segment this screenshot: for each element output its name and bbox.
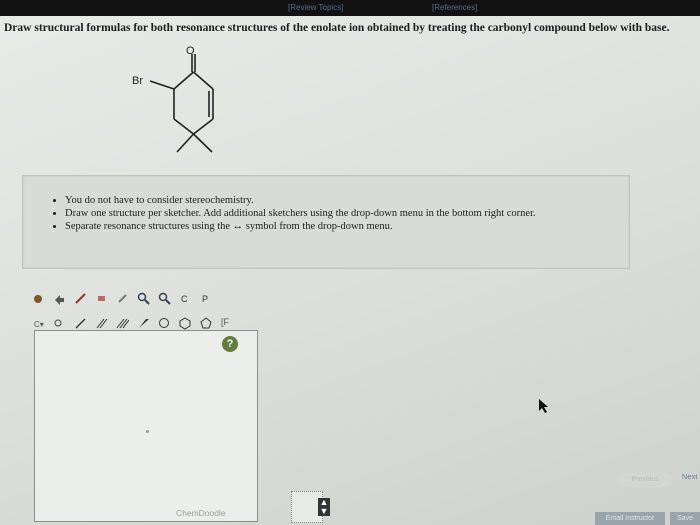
save-button[interactable]: Save (670, 512, 700, 525)
label-tool-icon[interactable]: P (200, 292, 213, 305)
molecule-structure: O Br (132, 45, 214, 153)
pencil-icon[interactable] (74, 292, 87, 305)
charge-tool-icon[interactable]: C (179, 292, 192, 305)
mouse-cursor-icon (539, 399, 548, 413)
triple-bond-icon[interactable] (116, 317, 130, 330)
svg-text:C: C (181, 294, 188, 304)
wedge-bond-icon[interactable] (137, 317, 150, 330)
zoom-out-icon[interactable] (158, 292, 171, 305)
chemdoodle-brand: ChemDoodle (176, 508, 226, 518)
up-down-arrow-icon[interactable]: ▲ ▼ (318, 498, 330, 516)
sketcher-toolbar-bottom: C▾ [F (32, 314, 238, 330)
svg-text:C▾: C▾ (34, 320, 44, 329)
instruction-item: Draw one structure per sketcher. Add add… (65, 207, 629, 220)
question-text: Draw structural formulas for both resona… (4, 22, 670, 34)
single-bond-icon[interactable] (74, 317, 87, 330)
undo-icon[interactable] (53, 292, 66, 305)
top-bar: [Review Topics] [References] (0, 0, 700, 16)
eraser-icon[interactable] (95, 292, 108, 305)
email-instructor-button[interactable]: Email Instructor (595, 512, 665, 525)
canvas-dot (146, 430, 149, 433)
next-button[interactable]: Next (682, 472, 697, 481)
help-icon[interactable]: ? (222, 336, 238, 352)
sketcher-canvas[interactable] (34, 330, 258, 522)
instructions-box: You do not have to consider stereochemis… (22, 175, 630, 269)
charge-dropdown-icon[interactable] (53, 317, 66, 330)
bracket-tool-icon[interactable]: [F (221, 317, 234, 330)
double-bond-icon[interactable] (95, 317, 108, 330)
instruction-item: Separate resonance structures using the … (65, 220, 629, 233)
open-icon[interactable] (32, 292, 45, 305)
zoom-in-icon[interactable] (137, 292, 150, 305)
instruction-item: You do not have to consider stereochemis… (65, 194, 629, 207)
sketcher-toolbar-top: C P (32, 289, 217, 305)
svg-text:P: P (202, 294, 208, 304)
clean-icon[interactable] (116, 292, 129, 305)
ring-tool-icon[interactable] (158, 317, 171, 330)
bromine-label: Br (132, 75, 143, 87)
previous-button[interactable]: Previous (617, 473, 673, 487)
review-topics-link[interactable]: [Review Topics] (288, 3, 343, 12)
benzene-icon[interactable] (179, 317, 192, 330)
carbonyl-oxygen-label: O (186, 45, 195, 57)
cyclopentane-icon[interactable] (200, 317, 213, 330)
references-link[interactable]: [References] (432, 3, 477, 12)
element-dropdown-icon[interactable]: C▾ (32, 317, 45, 330)
